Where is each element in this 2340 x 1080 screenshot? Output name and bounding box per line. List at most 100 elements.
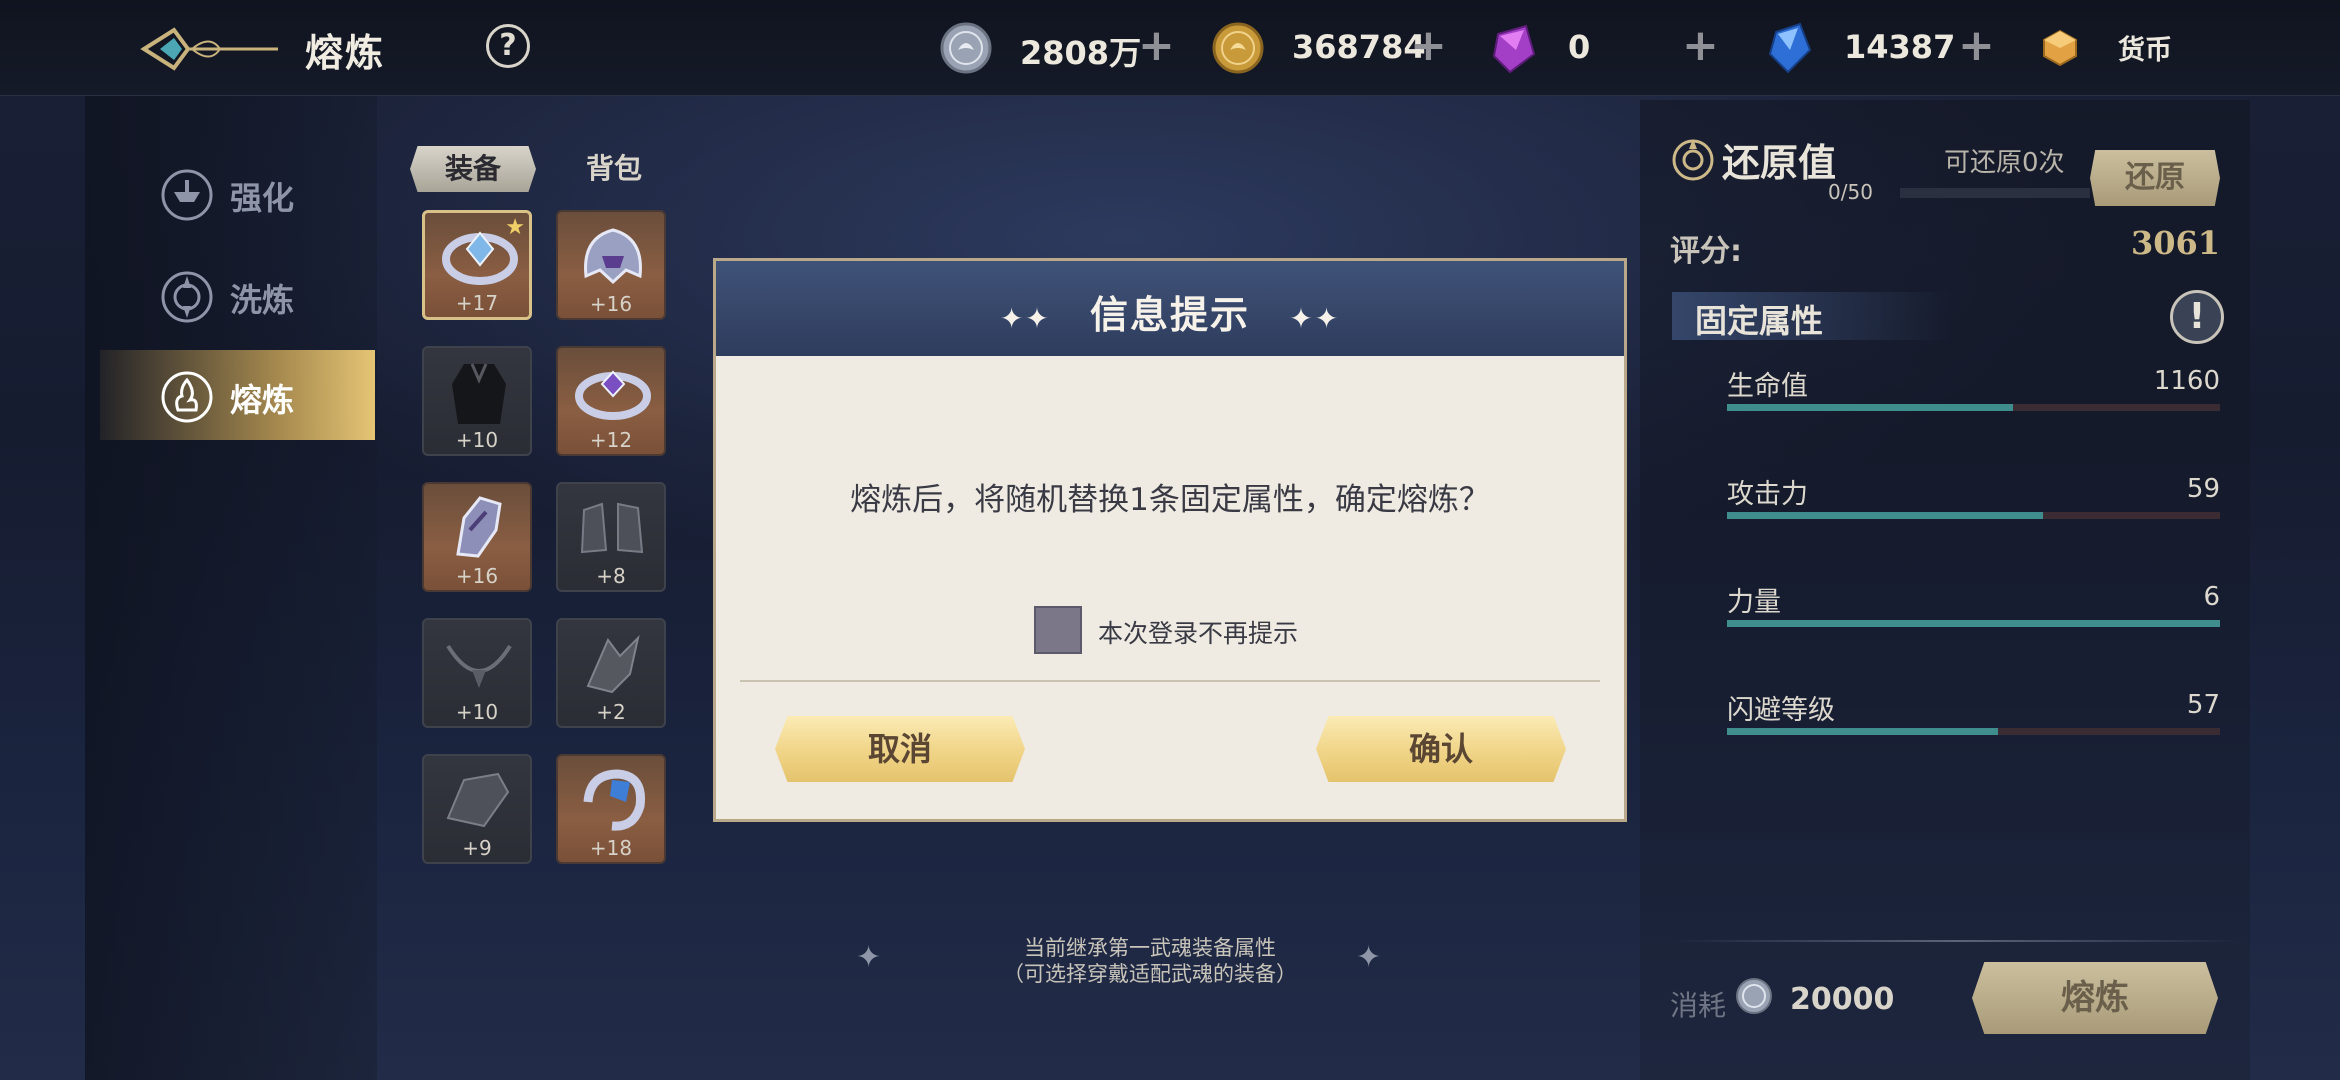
- dialog-title-text: 信息提示: [1089, 293, 1250, 337]
- item-level: +9: [462, 836, 492, 860]
- tab-bag[interactable]: 背包: [551, 146, 677, 192]
- attribute-bar-fill: [1727, 620, 2220, 627]
- item-level: +8: [596, 564, 626, 588]
- add-purple-button[interactable]: +: [1682, 24, 1719, 68]
- silver-coin-icon: [1736, 978, 1772, 1014]
- tab-equipment[interactable]: 装备: [410, 146, 536, 192]
- item-level: +16: [589, 292, 633, 316]
- restore-button[interactable]: 还原: [2090, 150, 2220, 206]
- cancel-button[interactable]: 取消: [775, 716, 1025, 782]
- sparkle-icon: ✦✦: [999, 302, 1051, 335]
- currency-silver: 2808万 +: [938, 16, 1238, 80]
- attribute-info-button[interactable]: !: [2170, 290, 2224, 344]
- nav-item-label: 洗炼: [230, 281, 295, 319]
- nav-item-smelt[interactable]: 熔炼: [100, 350, 375, 440]
- dialog-title: ✦✦ 信息提示 ✦✦: [713, 284, 1627, 339]
- add-gold-button[interactable]: +: [1410, 24, 1447, 68]
- attribute-name: 力量: [1727, 587, 1781, 618]
- bracer-icon: [446, 772, 510, 828]
- item-level: +10: [455, 428, 499, 452]
- item-level: +16: [455, 564, 499, 588]
- currency-purple: 0 +: [1486, 16, 1726, 80]
- restore-count: 可还原0次: [1944, 148, 2065, 178]
- enhance-icon: [161, 169, 213, 221]
- equipment-slot[interactable]: +12: [556, 346, 666, 456]
- dialog-divider: [740, 680, 1600, 682]
- equipment-slot[interactable]: ★ +17: [422, 210, 532, 320]
- attribute-name: 闪避等级: [1727, 695, 1835, 726]
- ring-icon: [575, 370, 651, 420]
- equipment-slot[interactable]: +16: [556, 210, 666, 320]
- item-level: +18: [589, 836, 633, 860]
- equipment-slot[interactable]: +10: [422, 618, 532, 728]
- favorite-star-icon: ★: [505, 215, 525, 240]
- dialog-message: 熔炼后，将随机替换1条固定属性，确定熔炼？: [850, 482, 1490, 518]
- attribute-bar: [1727, 512, 2220, 519]
- purple-crystal-icon: [1492, 24, 1536, 74]
- divider: [1672, 940, 2242, 942]
- silver-coin-icon: [940, 22, 992, 74]
- back-arrow-icon[interactable]: [140, 14, 280, 84]
- dont-show-again-label[interactable]: 本次登录不再提示: [1098, 614, 1298, 650]
- dont-show-again-checkbox[interactable]: [1034, 606, 1082, 654]
- nav-item-refine[interactable]: 洗炼: [100, 250, 375, 340]
- gold-coin-icon: [1212, 22, 1264, 74]
- currency-label[interactable]: 货币: [2118, 28, 2172, 67]
- attribute-bar: [1727, 404, 2220, 411]
- equipment-slot[interactable]: +10: [422, 346, 532, 456]
- restore-progress-bar: [1900, 188, 2090, 198]
- cost-value: 20000: [1790, 982, 1895, 1017]
- blue-crystal-icon: [1768, 22, 1812, 74]
- armor-icon: [452, 363, 506, 424]
- smelt-icon: [161, 371, 213, 423]
- currency-value: 14387: [1844, 28, 1956, 66]
- attribute-bar-fill: [1727, 728, 1999, 735]
- currency-value: 0: [1568, 28, 1591, 66]
- restore-title: 还原值: [1722, 141, 1837, 185]
- cost-label: 消耗: [1670, 989, 1727, 1022]
- refine-icon: [161, 271, 213, 323]
- item-level: +12: [589, 428, 633, 452]
- currency-value: 368784: [1292, 28, 1426, 66]
- attribute-bar-fill: [1727, 404, 2013, 411]
- add-blue-button[interactable]: +: [1958, 24, 1995, 68]
- bracelet-icon: [583, 769, 646, 831]
- restore-icon: [1672, 139, 1714, 181]
- equipment-slot[interactable]: +9: [422, 754, 532, 864]
- attribute-name: 攻击力: [1727, 479, 1808, 510]
- nav-item-enhance[interactable]: 强化: [100, 148, 375, 238]
- attribute-bar: [1727, 728, 2220, 735]
- equipment-slot[interactable]: +16: [422, 482, 532, 592]
- necklace-icon: [446, 644, 512, 688]
- ornament-icon: [586, 634, 640, 694]
- help-button[interactable]: ?: [486, 24, 530, 68]
- nav-item-label: 熔炼: [230, 381, 295, 419]
- attribute-value: 1160: [2153, 366, 2220, 396]
- helmet-icon: [584, 228, 642, 285]
- sparkle-icon: ✦✦: [1289, 302, 1341, 335]
- boots-icon: [580, 502, 644, 554]
- item-level: +2: [596, 700, 626, 724]
- score-value: 3061: [2130, 224, 2220, 262]
- fixed-attributes-label: 固定属性: [1695, 302, 1824, 340]
- nav-item-label: 强化: [230, 179, 295, 217]
- score-label: 评分:: [1670, 234, 1742, 269]
- currency-blue: 14387 +: [1762, 16, 2002, 80]
- equipment-slot[interactable]: +8: [556, 482, 666, 592]
- left-nav: [85, 96, 377, 1080]
- confirm-button[interactable]: 确认: [1316, 716, 1566, 782]
- equipment-slot[interactable]: +2: [556, 618, 666, 728]
- currency-value: 2808万: [1020, 34, 1142, 72]
- equipment-slot[interactable]: +18: [556, 754, 666, 864]
- attribute-bar: [1727, 620, 2220, 627]
- attribute-name: 生命值: [1727, 371, 1808, 402]
- restore-progress-text: 0/50: [1828, 180, 1873, 204]
- smelt-button[interactable]: 熔炼: [1972, 962, 2218, 1034]
- add-silver-button[interactable]: +: [1138, 24, 1175, 68]
- currency-cube-icon[interactable]: [2040, 28, 2080, 68]
- gauntlet-icon: [456, 496, 502, 558]
- attribute-value: 57: [2186, 690, 2220, 720]
- attribute-value: 6: [2203, 582, 2220, 612]
- item-level: +17: [455, 291, 499, 315]
- attribute-value: 59: [2186, 474, 2220, 504]
